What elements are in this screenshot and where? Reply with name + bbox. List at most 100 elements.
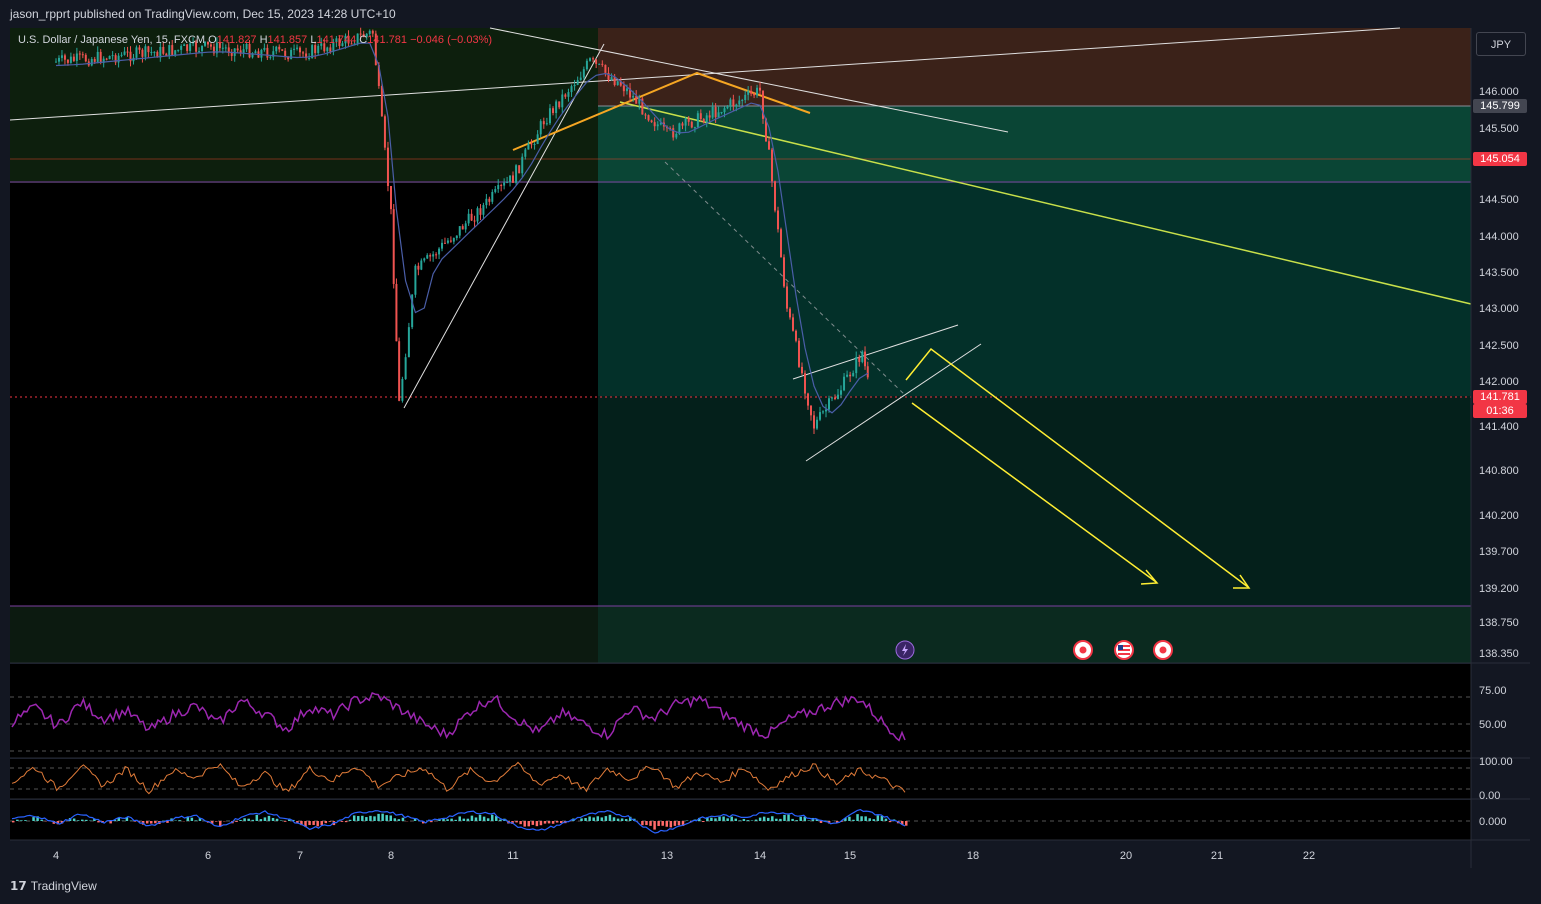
candle-body [786, 286, 788, 309]
indicator-tick-label: 50.00 [1479, 719, 1507, 731]
candle-body [552, 108, 555, 113]
time-tick-label: 18 [967, 850, 979, 862]
macd-histogram-bar [32, 817, 35, 821]
macd-histogram-bar [190, 817, 194, 821]
candle-body [150, 52, 153, 54]
candle-body [783, 257, 785, 287]
price-axis[interactable]: 146.000 145.500 144.500 144.000 143.500 143.0… [1479, 86, 1519, 660]
macd-histogram-bar [905, 821, 908, 826]
lightning-event-icon[interactable] [895, 640, 915, 660]
candle-body [417, 265, 420, 270]
macd-histogram-bar [194, 820, 198, 821]
macd-histogram-bar [852, 819, 855, 821]
macd-histogram-bar [154, 821, 157, 824]
candle-body [497, 185, 500, 190]
candle-body [555, 101, 558, 113]
candle-body [290, 49, 293, 60]
macd-histogram-bar [580, 818, 583, 821]
candle-body [201, 45, 204, 52]
ohlc-legend[interactable]: U.S. Dollar / Japanese Yen, 15, FXCM O14… [18, 34, 492, 46]
candle-body [684, 118, 687, 126]
candle-body [801, 366, 803, 374]
macd-histogram-bar [247, 818, 250, 821]
candle-body [473, 220, 476, 222]
candle-body [464, 223, 467, 230]
candle-body [548, 108, 551, 124]
candle-body [443, 242, 446, 244]
candle-body [81, 54, 84, 56]
event-flag-icon[interactable] [1073, 640, 1093, 660]
candle-body [302, 52, 305, 54]
price-tick-label: 143.000 [1479, 303, 1519, 315]
rsi-pane-bg [10, 664, 1471, 758]
candle-body [741, 100, 744, 102]
us-flag-icon[interactable] [1114, 640, 1134, 660]
macd-histogram-bar [750, 820, 754, 821]
macd-histogram-bar [519, 821, 522, 825]
candle-body [635, 95, 638, 104]
candle-body [75, 53, 78, 61]
candle-body [386, 147, 389, 186]
candle-body [432, 254, 435, 257]
demand-zone-band [598, 106, 1471, 183]
candle-body [810, 405, 812, 416]
macd-pane-bg [10, 800, 1471, 840]
time-axis[interactable]: 4 6 7 8 11 13 14 15 18 20 21 22 [53, 850, 1315, 862]
chart-canvas[interactable]: 146.000 145.500 144.500 144.000 143.500 143.0… [0, 0, 1541, 904]
macd-histogram-bar [726, 818, 729, 821]
symbol-name[interactable]: U.S. Dollar / Japanese Yen, 15, FXCM [18, 34, 205, 46]
demand-zone-base [598, 606, 1471, 663]
candle-body [753, 93, 756, 96]
macd-histogram-bar [779, 818, 782, 821]
candle-body [281, 49, 284, 51]
macd-histogram-bar [856, 814, 859, 821]
event-flag-icon-2[interactable] [1153, 640, 1173, 660]
candle-body [771, 149, 773, 182]
stoch-pane-bg [10, 759, 1471, 799]
tradingview-logo-icon[interactable]: 𝟭𝟳 [10, 879, 27, 893]
high-label: H [259, 34, 268, 46]
candle-body [855, 357, 858, 374]
candle-body [467, 213, 470, 224]
candle-body [846, 374, 849, 377]
time-tick-label: 4 [53, 850, 59, 862]
candle-body [866, 366, 869, 378]
candle-body [479, 208, 482, 215]
candle-body [461, 226, 464, 230]
macd-histogram-bar [612, 817, 616, 821]
candle-body [57, 57, 60, 62]
macd-histogram-bar [381, 813, 384, 821]
candle-body [705, 115, 708, 123]
macd-histogram-bar [466, 818, 470, 821]
indicator-tick-label: 100.00 [1479, 756, 1513, 768]
macd-histogram-bar [515, 821, 518, 823]
candle-body [595, 59, 598, 64]
macd-histogram-bar [771, 816, 774, 821]
macd-histogram-bar [669, 821, 673, 828]
candle-body [108, 55, 111, 60]
candle-body [395, 283, 398, 342]
indicator-axis: 75.00 50.00 100.00 0.00 0.000 [1479, 685, 1513, 828]
macd-histogram-bar [746, 820, 750, 821]
price-tick-label: 144.000 [1479, 231, 1519, 243]
macd-histogram-bar [352, 815, 356, 821]
candle-body [177, 49, 180, 51]
candle-body [278, 46, 281, 50]
macd-histogram-bar [592, 817, 595, 821]
currency-button[interactable]: JPY [1476, 32, 1526, 56]
macd-histogram-bar [624, 819, 628, 821]
macd-histogram-bar [766, 817, 770, 821]
candle-body [756, 87, 759, 96]
candle-body [696, 113, 699, 128]
price-tick-label: 140.200 [1479, 510, 1519, 522]
close-value: 141.781 [367, 34, 408, 46]
candle-body [401, 379, 404, 401]
candle-body [266, 47, 269, 58]
macd-histogram-bar [876, 815, 880, 821]
macd-histogram-bar [775, 818, 778, 821]
candle-body [864, 351, 867, 367]
macd-histogram-bar [263, 817, 267, 821]
macd-histogram-bar [166, 821, 169, 823]
candle-body [804, 373, 806, 394]
candle-body [834, 397, 836, 400]
